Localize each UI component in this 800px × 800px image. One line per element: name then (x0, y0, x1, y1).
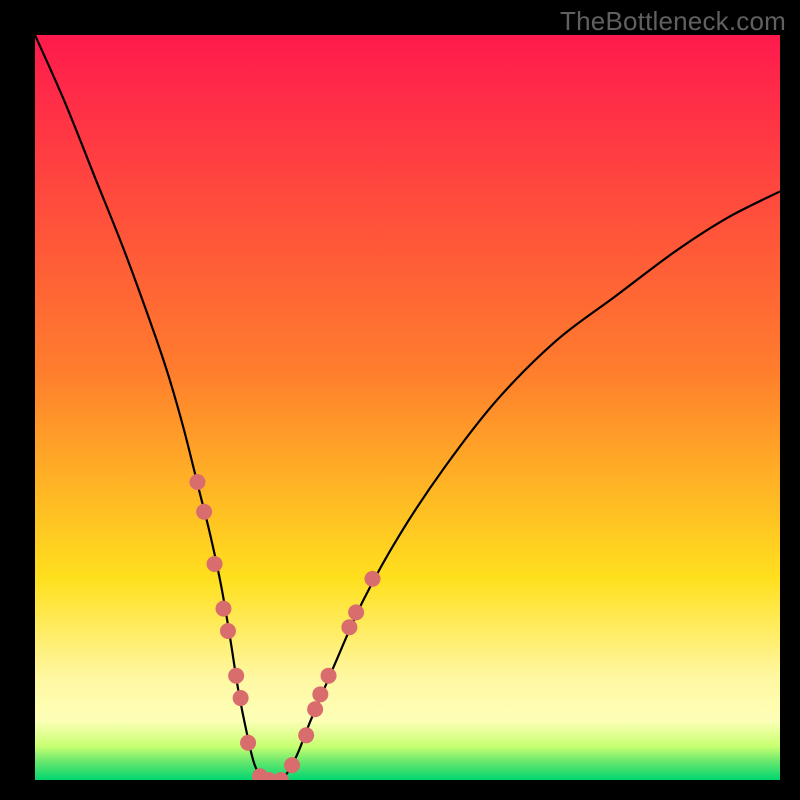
watermark-text: TheBottleneck.com (560, 6, 786, 37)
data-marker (240, 735, 256, 751)
data-marker (215, 601, 231, 617)
data-marker (284, 757, 300, 773)
data-marker (189, 474, 205, 490)
data-marker (233, 690, 249, 706)
data-marker (196, 504, 212, 520)
data-marker (307, 701, 323, 717)
data-marker (298, 727, 314, 743)
data-marker (341, 619, 357, 635)
data-marker (312, 686, 328, 702)
chart-frame: TheBottleneck.com (0, 0, 800, 800)
data-marker (321, 668, 337, 684)
data-marker (348, 604, 364, 620)
plot-area (35, 35, 780, 780)
data-marker (364, 571, 380, 587)
marker-layer (35, 35, 780, 780)
data-marker (228, 668, 244, 684)
data-marker (220, 623, 236, 639)
data-marker (207, 556, 223, 572)
data-marker (273, 772, 289, 780)
